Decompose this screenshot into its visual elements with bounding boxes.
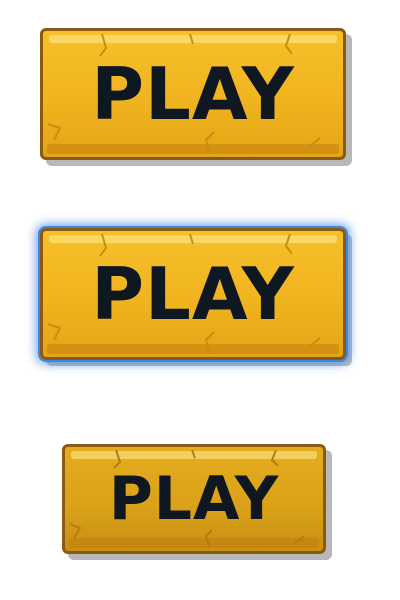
- button-label: PLAY: [108, 464, 280, 534]
- play-button-normal[interactable]: PLAY: [40, 28, 346, 160]
- button-label: PLAY: [91, 252, 295, 336]
- play-button-pressed[interactable]: PLAY: [62, 444, 326, 554]
- play-button-highlighted[interactable]: PLAY: [40, 228, 346, 360]
- button-label: PLAY: [91, 52, 295, 136]
- button-states-sheet: PLAY PLAY PLAY: [0, 0, 400, 600]
